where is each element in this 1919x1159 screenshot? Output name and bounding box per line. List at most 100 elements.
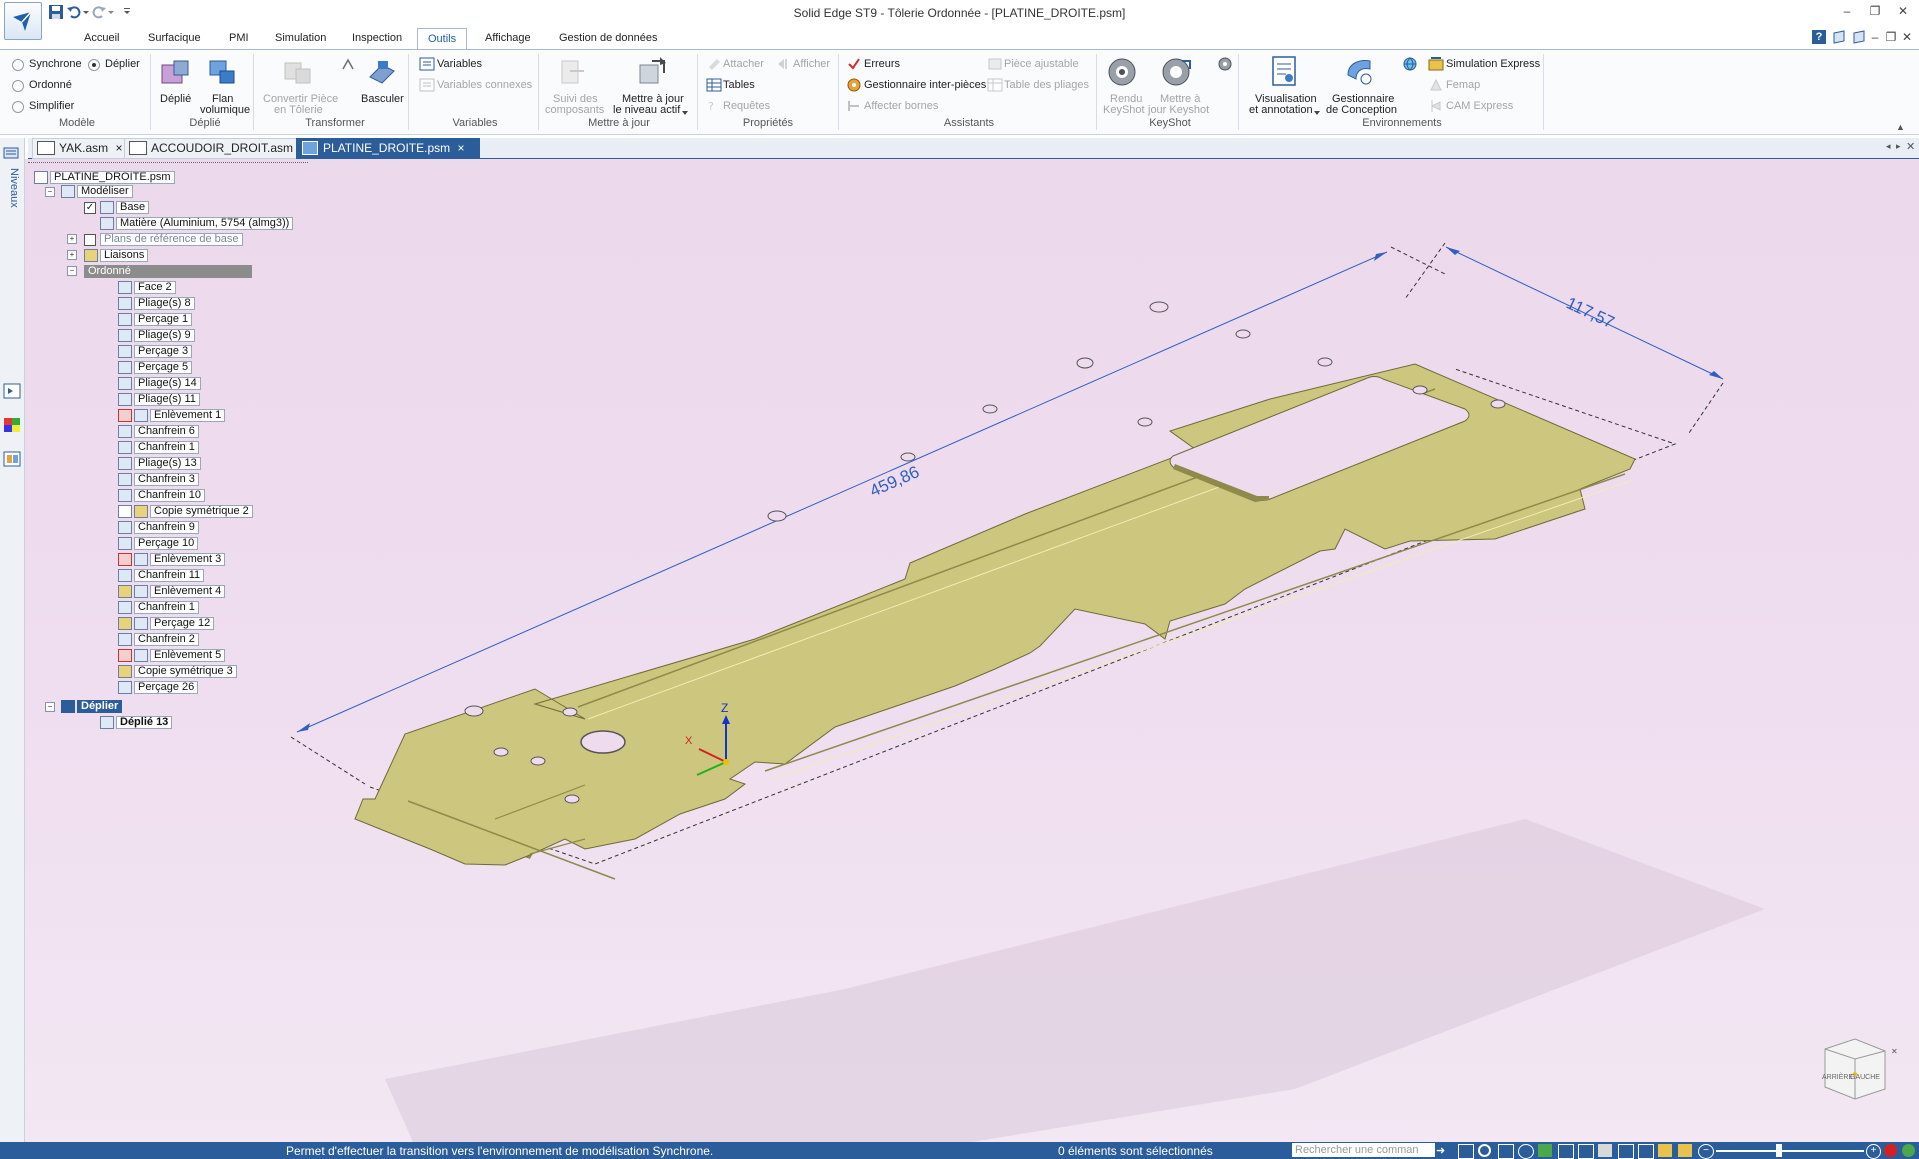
tree-feature[interactable]: Chanfrein 6 xyxy=(118,425,199,438)
tree-feature[interactable]: Pliage(s) 9 xyxy=(118,329,195,342)
variables-connexes-icon[interactable] xyxy=(419,77,435,93)
cam-express-label[interactable]: CAM Express xyxy=(1446,100,1513,112)
variables-icon[interactable] xyxy=(419,56,435,72)
tree-feature[interactable]: Pliage(s) 13 xyxy=(118,457,201,470)
tab-surfacique[interactable]: Surfacique xyxy=(144,32,205,44)
deplier-radio[interactable] xyxy=(88,59,100,71)
zoom-slider-thumb[interactable] xyxy=(1776,1144,1782,1157)
rotate-icon[interactable] xyxy=(1518,1144,1534,1159)
doc-tab-platine-close[interactable]: × xyxy=(457,141,464,155)
tree-feature[interactable]: Copie symétrique 3 xyxy=(118,665,237,678)
tree-feature[interactable]: Chanfrein 1 xyxy=(118,601,199,614)
doc-tab-platine-droite[interactable]: PLATINE_DROITE.psm × xyxy=(296,138,480,159)
color-manager-icon[interactable] xyxy=(3,417,21,433)
keyshot-settings-icon[interactable] xyxy=(1217,56,1233,72)
status-indicator-icon[interactable] xyxy=(1902,1144,1915,1157)
ribbon-collapse-icon[interactable]: ▲ xyxy=(1896,122,1906,132)
tables-label[interactable]: Tables xyxy=(723,79,755,91)
rendu-label-2[interactable]: KeyShot xyxy=(1103,104,1145,116)
tree-root[interactable]: PLATINE_DROITE.psm xyxy=(34,171,175,184)
pan-icon[interactable] xyxy=(1638,1144,1654,1159)
tab-gestion-donnees[interactable]: Gestion de données xyxy=(555,32,661,44)
tree-feature[interactable]: Enlèvement 1 xyxy=(118,409,226,422)
tree-feature[interactable]: Face 2 xyxy=(118,281,176,294)
flan-volumique-icon[interactable] xyxy=(206,57,238,87)
erreurs-icon[interactable] xyxy=(846,56,862,72)
display-styles-icon[interactable] xyxy=(1678,1144,1692,1157)
section-view-icon[interactable] xyxy=(1618,1144,1634,1159)
affecter-bornes-label[interactable]: Affecter bornes xyxy=(864,100,938,112)
visualisation-label-2[interactable]: et annotation xyxy=(1249,104,1313,116)
tree-feature[interactable]: Perçage 5 xyxy=(118,361,193,374)
tree-base[interactable]: Base xyxy=(100,201,150,214)
help-docs-icon[interactable] xyxy=(1832,30,1846,44)
variables-connexes-label[interactable]: Variables connexes xyxy=(437,79,532,91)
tree-feature[interactable]: Perçage 1 xyxy=(118,313,193,326)
lighting-icon[interactable] xyxy=(1658,1144,1672,1157)
tree-feature[interactable]: Chanfrein 9 xyxy=(118,521,199,534)
tree-matiere[interactable]: Matière (Aluminium, 5754 (almg3)) xyxy=(100,217,294,230)
tree-expander[interactable]: + xyxy=(67,234,77,244)
mettre-a-jour-keyshot-icon[interactable] xyxy=(1160,57,1192,87)
restore-button[interactable]: ❐ xyxy=(1864,4,1886,20)
tables-icon[interactable] xyxy=(706,77,722,93)
requetes-label[interactable]: Requêtes xyxy=(723,100,770,112)
tree-ordonne[interactable]: Ordonné xyxy=(84,265,264,278)
deplie-button-label[interactable]: Déplié xyxy=(160,93,191,105)
viewcube-face-arriere[interactable]: ARRIÈRE xyxy=(1822,1072,1853,1081)
help-icon[interactable]: ? xyxy=(1812,30,1826,44)
tree-feature[interactable]: Perçage 10 xyxy=(118,537,199,550)
tree-plans-reference[interactable]: Plans de référence de base xyxy=(100,233,243,246)
view-orientation-icon[interactable] xyxy=(1538,1144,1552,1157)
femap-label[interactable]: Femap xyxy=(1446,79,1480,91)
close-button[interactable]: ✕ xyxy=(1892,4,1914,20)
pathfinder-icon[interactable] xyxy=(3,383,21,399)
base-checkbox[interactable]: ✓ xyxy=(84,202,96,214)
viewcube-close-icon[interactable]: ✕ xyxy=(1891,1047,1898,1056)
flan-label-2[interactable]: volumique xyxy=(200,104,250,116)
doc-restore-button[interactable]: ❐ xyxy=(1884,30,1898,46)
tree-feature[interactable]: Chanfrein 3 xyxy=(118,473,199,486)
tree-feature[interactable]: Enlèvement 5 xyxy=(118,649,226,662)
simplifier-radio[interactable] xyxy=(12,101,24,113)
ordonne-radio[interactable] xyxy=(12,80,24,92)
fit-view-icon[interactable] xyxy=(1458,1144,1474,1159)
doc-tab-accoudoir-droit[interactable]: ACCOUDOIR_DROIT.asm × xyxy=(124,138,322,159)
maj-keyshot-label-2[interactable]: jour Keyshot xyxy=(1148,104,1209,116)
zoom-fit-icon[interactable] xyxy=(1498,1144,1514,1159)
erreurs-label[interactable]: Erreurs xyxy=(864,58,900,70)
niveaux-panel-icon[interactable] xyxy=(3,145,19,161)
command-finder-go-icon[interactable]: ➜ xyxy=(1436,1144,1450,1157)
tree-feature[interactable]: Pliage(s) 8 xyxy=(118,297,195,310)
environment-globe-icon[interactable] xyxy=(1402,56,1418,72)
afficher-icon[interactable] xyxy=(776,56,792,72)
tree-feature[interactable]: Perçage 12 xyxy=(118,617,215,630)
record-icon[interactable] xyxy=(1884,1144,1897,1157)
attacher-icon[interactable] xyxy=(706,56,722,72)
tab-scroll-left-icon[interactable]: ◂ xyxy=(1886,141,1891,152)
tab-simulation[interactable]: Simulation xyxy=(271,32,330,44)
rendu-keyshot-icon[interactable] xyxy=(1106,57,1138,87)
mettre-a-jour-niveau-icon[interactable] xyxy=(636,57,668,87)
tree-feature[interactable]: Chanfrein 1 xyxy=(118,441,199,454)
named-views-icon[interactable] xyxy=(1558,1144,1574,1159)
basculer-icon[interactable] xyxy=(366,57,398,87)
plans-checkbox[interactable] xyxy=(84,234,96,246)
plate-face[interactable] xyxy=(354,363,1636,866)
gestionnaire-conception-label-2[interactable]: de Conception xyxy=(1326,104,1397,116)
transform-small-icon[interactable] xyxy=(340,57,356,73)
mettre-a-jour-label-2[interactable]: le niveau actif xyxy=(613,104,680,116)
simulation-express-label[interactable]: Simulation Express xyxy=(1446,58,1540,70)
command-finder-input[interactable]: Rechercher une comman xyxy=(1292,1143,1435,1157)
shading-icon[interactable] xyxy=(1598,1144,1612,1157)
femap-icon[interactable] xyxy=(1428,77,1444,93)
zoom-slider[interactable] xyxy=(1716,1150,1864,1152)
visualisation-annotation-icon[interactable] xyxy=(1268,55,1300,86)
deplie-icon[interactable] xyxy=(160,57,192,87)
tree-feature[interactable]: Enlèvement 4 xyxy=(118,585,226,598)
gestionnaire-inter-pieces-label[interactable]: Gestionnaire inter-pièces xyxy=(864,79,986,91)
sheet-metal-part[interactable] xyxy=(354,301,1636,880)
tree-expander[interactable]: + xyxy=(67,250,77,260)
sketch-view-icon[interactable] xyxy=(1578,1144,1594,1159)
tab-affichage[interactable]: Affichage xyxy=(481,32,535,44)
